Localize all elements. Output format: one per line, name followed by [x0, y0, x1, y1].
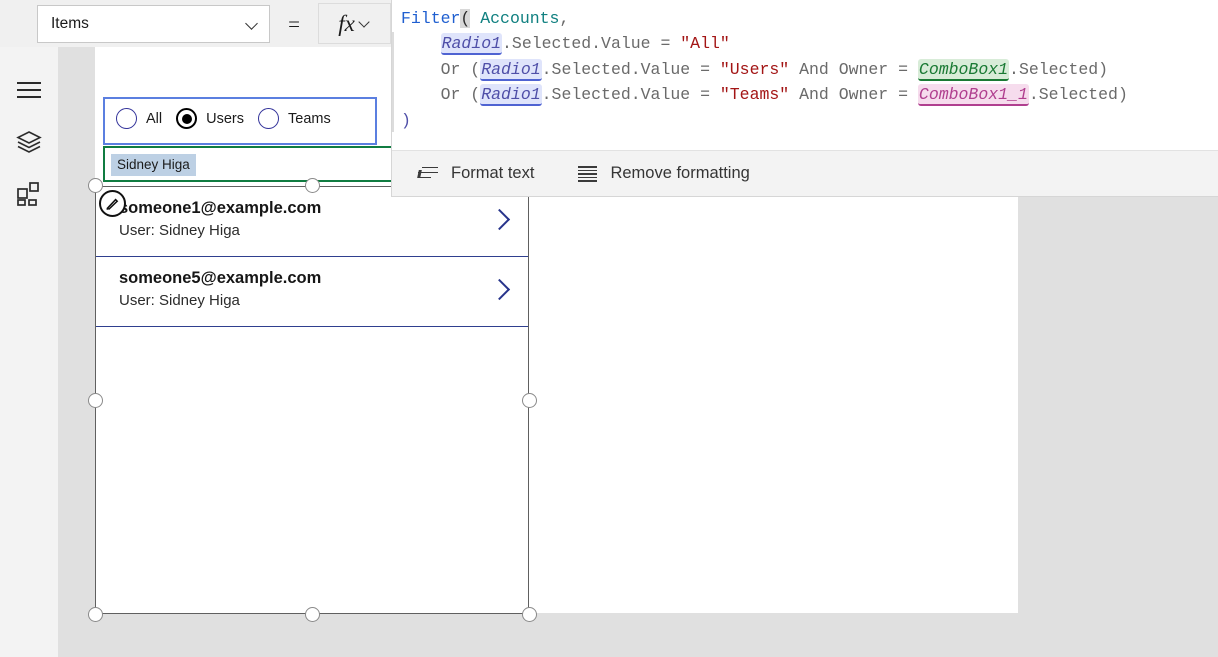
formula-token [401, 34, 441, 53]
formula-bar-panel[interactable]: Filter( Accounts, Radio1.Selected.Value … [391, 0, 1218, 197]
resize-handle-top-center[interactable] [305, 178, 320, 193]
fx-button[interactable]: fx [318, 3, 391, 44]
chevron-down-icon [360, 18, 371, 29]
hamburger-menu-icon [17, 82, 41, 98]
formula-token: , [559, 9, 570, 28]
radio-option-users[interactable]: Users [176, 108, 244, 129]
formula-token: ( [460, 9, 471, 28]
resize-handle-bottom-left[interactable] [88, 607, 103, 622]
formula-line: ) [401, 108, 1218, 133]
formula-line: Or (Radio1.Selected.Value = "Users" And … [401, 57, 1218, 82]
gallery-row-subtitle: User: Sidney Higa [119, 292, 240, 309]
formula-token: Or ( [401, 85, 481, 105]
resize-handle-middle-left[interactable] [88, 393, 103, 408]
fx-icon: fx [338, 10, 355, 36]
formula-token: ) [401, 110, 411, 130]
combobox-selected-chip[interactable]: Sidney Higa [111, 154, 196, 176]
formula-token: .Selected.Value = [541, 85, 720, 105]
format-text-icon [417, 166, 438, 181]
resize-handle-top-left[interactable] [88, 178, 103, 193]
resize-handle-bottom-right[interactable] [522, 607, 537, 622]
property-select-value: Items [51, 15, 89, 32]
formula-token: Accounts [480, 9, 560, 28]
formula-token: "Teams" [719, 85, 790, 105]
formula-token [470, 9, 480, 28]
chevron-right-icon[interactable] [490, 280, 508, 298]
left-rail [0, 47, 58, 657]
formula-editor[interactable]: Filter( Accounts, Radio1.Selected.Value … [392, 0, 1218, 150]
remove-formatting-label: Remove formatting [610, 164, 750, 182]
chevron-down-icon [247, 18, 259, 30]
resize-handle-bottom-center[interactable] [305, 607, 320, 622]
equals-sign: = [288, 12, 300, 36]
formula-token: And Owner = [789, 85, 918, 105]
remove-formatting-button[interactable]: Remove formatting [578, 164, 750, 183]
format-text-button[interactable]: Format text [417, 164, 535, 183]
property-select[interactable]: Items [37, 5, 270, 43]
gallery-row[interactable]: someone1@example.com User: Sidney Higa [96, 187, 528, 257]
remove-formatting-icon [578, 166, 598, 182]
formula-token: And Owner = [789, 59, 918, 79]
formula-line: Or (Radio1.Selected.Value = "Teams" And … [401, 82, 1218, 107]
radio-option-teams[interactable]: Teams [258, 108, 331, 129]
gallery-row[interactable]: someone5@example.com User: Sidney Higa [96, 257, 528, 327]
gallery-control[interactable]: someone1@example.com User: Sidney Higa s… [95, 186, 529, 614]
radio-circle-selected-icon [176, 108, 198, 129]
formula-token: Radio1 [480, 58, 542, 81]
formula-token: Filter [401, 9, 461, 28]
resize-handle-middle-right[interactable] [522, 393, 537, 408]
formula-token: "Users" [719, 59, 790, 79]
formula-line: Filter( Accounts, [401, 6, 1218, 31]
gallery-row-title: someone1@example.com [119, 199, 322, 217]
formula-token: Or ( [401, 59, 481, 79]
formula-token: Radio1 [440, 33, 503, 56]
app-root: All Users Teams Sidney Higa someone1@exa… [0, 0, 1218, 657]
formula-token: .Selected) [1009, 59, 1109, 79]
radio-option-label: All [146, 110, 163, 127]
formula-token: ComboBox1 [917, 58, 1010, 81]
sidebar-item-menu[interactable] [0, 67, 58, 113]
formula-token: Radio1 [480, 84, 542, 107]
radio-control[interactable]: All Users Teams [103, 97, 377, 145]
format-text-label: Format text [451, 164, 535, 182]
components-grid-icon [16, 181, 42, 212]
pencil-edit-icon[interactable] [99, 190, 126, 217]
sidebar-item-insert[interactable] [0, 173, 58, 219]
formula-token: .Selected.Value = [541, 59, 720, 79]
radio-circle-icon [258, 108, 279, 129]
radio-option-all[interactable]: All [116, 108, 162, 129]
formula-token: .Selected) [1028, 85, 1128, 105]
radio-circle-icon [116, 108, 137, 129]
formula-token: ComboBox1_1 [917, 84, 1029, 107]
radio-options-row: All Users Teams [116, 108, 345, 129]
formula-line: Radio1.Selected.Value = "All" [401, 31, 1218, 56]
formula-token: "All" [680, 34, 730, 54]
sidebar-item-tree-view[interactable] [0, 120, 58, 166]
formula-token: .Selected.Value = [502, 34, 681, 54]
chevron-right-icon[interactable] [490, 210, 508, 228]
radio-option-label: Users [206, 110, 244, 127]
combobox-control[interactable]: Sidney Higa [103, 146, 393, 182]
gallery-row-subtitle: User: Sidney Higa [119, 222, 240, 239]
layers-icon [16, 129, 42, 158]
radio-option-label: Teams [288, 110, 331, 127]
gallery-row-title: someone5@example.com [119, 269, 322, 287]
formula-toolbar: Format text Remove formatting [392, 150, 1218, 196]
